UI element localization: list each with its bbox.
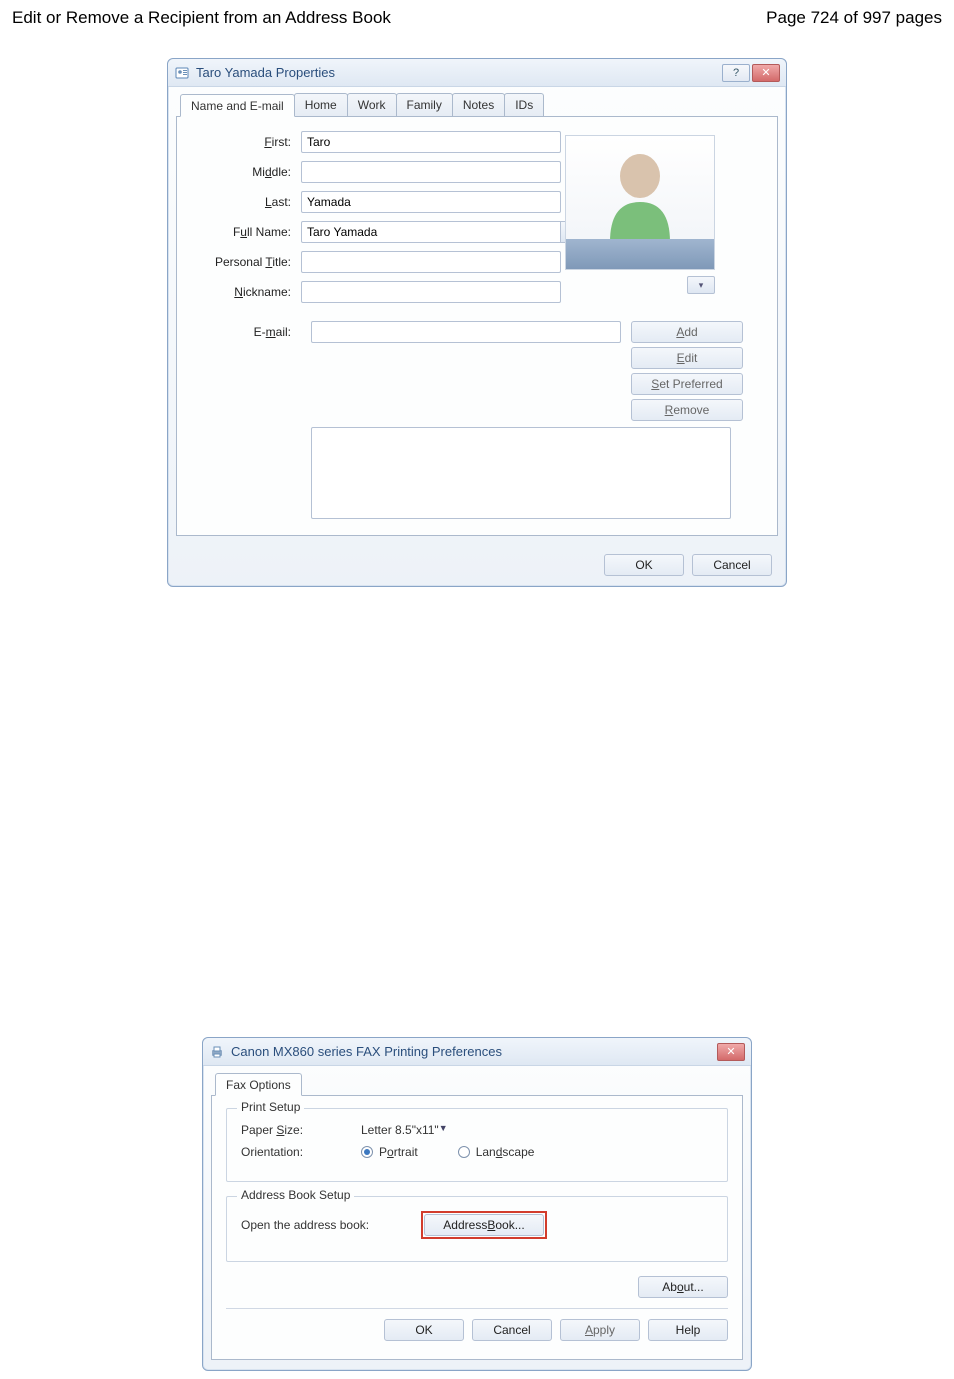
portrait-radio[interactable]: Portrait bbox=[361, 1145, 418, 1159]
tab-fax-options[interactable]: Fax Options bbox=[215, 1073, 302, 1096]
contact-card-icon bbox=[174, 65, 190, 81]
ptitle-label: Personal Title: bbox=[191, 255, 301, 269]
tab-family[interactable]: Family bbox=[396, 93, 453, 116]
close-button[interactable]: ✕ bbox=[717, 1043, 745, 1061]
dialog-title: Canon MX860 series FAX Printing Preferen… bbox=[231, 1044, 717, 1059]
cancel-button[interactable]: Cancel bbox=[692, 554, 772, 576]
email-list[interactable] bbox=[311, 427, 731, 519]
photo-menu-button[interactable]: ▾ bbox=[687, 276, 715, 294]
paper-size-label: Paper Size: bbox=[241, 1123, 361, 1137]
email-label: E-mail: bbox=[191, 325, 301, 339]
tab-home[interactable]: Home bbox=[294, 93, 348, 116]
chevron-down-icon: ▼ bbox=[439, 1123, 448, 1137]
first-input[interactable] bbox=[301, 131, 561, 153]
ptitle-input[interactable] bbox=[301, 251, 561, 273]
edit-button[interactable]: Edit bbox=[631, 347, 743, 369]
contact-photo-group: ▾ bbox=[565, 135, 715, 294]
nickname-label: Nickname: bbox=[191, 285, 301, 299]
ok-button[interactable]: OK bbox=[604, 554, 684, 576]
fullname-label: Full Name: bbox=[191, 225, 301, 239]
print-setup-group: Print Setup Paper Size: Letter 8.5"x11" … bbox=[226, 1108, 728, 1182]
tab-ids[interactable]: IDs bbox=[504, 93, 544, 116]
dialog-title: Taro Yamada Properties bbox=[196, 65, 722, 80]
print-setup-legend: Print Setup bbox=[237, 1100, 304, 1114]
help-button[interactable]: Help bbox=[648, 1319, 728, 1341]
printing-preferences-dialog: Canon MX860 series FAX Printing Preferen… bbox=[202, 1037, 752, 1371]
tab-notes[interactable]: Notes bbox=[452, 93, 505, 116]
tab-work[interactable]: Work bbox=[347, 93, 397, 116]
paper-size-select[interactable]: Letter 8.5"x11" ▼ bbox=[361, 1123, 448, 1137]
close-button[interactable]: ✕ bbox=[752, 64, 780, 82]
email-input[interactable] bbox=[311, 321, 621, 343]
landscape-label: Landscape bbox=[476, 1145, 535, 1159]
about-button[interactable]: About... bbox=[638, 1276, 728, 1298]
paper-size-value: Letter 8.5"x11" bbox=[361, 1123, 439, 1137]
address-book-button[interactable]: Address Book... bbox=[424, 1214, 544, 1236]
titlebar: Taro Yamada Properties ? ✕ bbox=[168, 59, 786, 87]
page-title: Edit or Remove a Recipient from an Addre… bbox=[12, 8, 391, 28]
address-book-setup-legend: Address Book Setup bbox=[237, 1188, 354, 1202]
tab-name-email[interactable]: Name and E-mail bbox=[180, 94, 295, 117]
first-label: First: bbox=[191, 135, 301, 149]
last-input[interactable] bbox=[301, 191, 561, 213]
remove-button[interactable]: Remove bbox=[631, 399, 743, 421]
fullname-input[interactable] bbox=[301, 221, 561, 243]
address-book-setup-group: Address Book Setup Open the address book… bbox=[226, 1196, 728, 1262]
ok-button[interactable]: OK bbox=[384, 1319, 464, 1341]
orientation-label: Orientation: bbox=[241, 1145, 361, 1159]
middle-input[interactable] bbox=[301, 161, 561, 183]
address-book-highlight: Address Book... bbox=[421, 1211, 547, 1239]
printer-icon bbox=[209, 1044, 225, 1060]
titlebar: Canon MX860 series FAX Printing Preferen… bbox=[203, 1038, 751, 1066]
portrait-label: Portrait bbox=[379, 1145, 418, 1159]
set-preferred-button[interactable]: Set Preferred bbox=[631, 373, 743, 395]
open-address-book-label: Open the address book: bbox=[241, 1218, 421, 1232]
help-button[interactable]: ? bbox=[722, 64, 750, 82]
page-number: Page 724 of 997 pages bbox=[766, 8, 942, 28]
middle-label: Middle: bbox=[191, 165, 301, 179]
properties-dialog: Taro Yamada Properties ? ✕ Name and E-ma… bbox=[167, 58, 787, 587]
nickname-input[interactable] bbox=[301, 281, 561, 303]
last-label: Last: bbox=[191, 195, 301, 209]
radio-icon bbox=[361, 1146, 373, 1158]
tab-strip: Name and E-mail Home Work Family Notes I… bbox=[176, 93, 778, 117]
cancel-button[interactable]: Cancel bbox=[472, 1319, 552, 1341]
radio-icon bbox=[458, 1146, 470, 1158]
landscape-radio[interactable]: Landscape bbox=[458, 1145, 535, 1159]
apply-button[interactable]: Apply bbox=[560, 1319, 640, 1341]
contact-photo[interactable] bbox=[565, 135, 715, 270]
add-button[interactable]: Add bbox=[631, 321, 743, 343]
